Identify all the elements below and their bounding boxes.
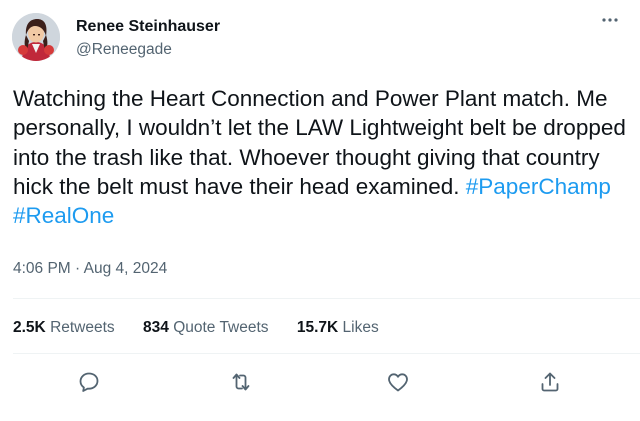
retweet-button[interactable] — [224, 368, 258, 396]
likes-count: 15.7K — [296, 319, 339, 336]
more-options-button[interactable] — [596, 10, 624, 30]
divider — [13, 298, 640, 299]
retweets-stat[interactable]: 2.5K Retweets — [13, 318, 115, 338]
quote-tweets-label: Quote Tweets — [173, 319, 269, 336]
retweet-icon — [232, 373, 250, 391]
more-horizontal-icon — [602, 18, 618, 22]
avatar[interactable] — [12, 13, 60, 61]
like-button[interactable] — [381, 368, 415, 396]
hashtag-link[interactable]: #RealOne — [13, 203, 114, 228]
user-handle[interactable]: @Reneegade — [76, 40, 172, 60]
retweets-count: 2.5K — [13, 319, 46, 336]
hashtag-link[interactable]: #PaperChamp — [466, 174, 611, 199]
reply-button[interactable] — [72, 368, 106, 396]
tweet-text: Watching the Heart Connection and Power … — [13, 84, 631, 230]
engagement-stats: 2.5K Retweets 834 Quote Tweets 15.7K Lik… — [13, 318, 403, 338]
heart-icon — [388, 373, 408, 392]
reply-icon — [79, 372, 99, 392]
quote-tweets-count: 834 — [143, 319, 169, 336]
share-icon — [541, 372, 559, 392]
retweets-label: Retweets — [50, 319, 115, 336]
quote-tweets-stat[interactable]: 834 Quote Tweets — [143, 318, 269, 338]
share-button[interactable] — [533, 368, 567, 396]
likes-stat[interactable]: 15.7K Likes — [297, 318, 379, 338]
avatar-image — [12, 13, 60, 61]
display-name[interactable]: Renee Steinhauser — [76, 17, 220, 37]
tweet-timestamp[interactable]: 4:06 PM · Aug 4, 2024 — [13, 259, 167, 279]
likes-label: Likes — [342, 319, 379, 336]
divider — [13, 353, 640, 354]
